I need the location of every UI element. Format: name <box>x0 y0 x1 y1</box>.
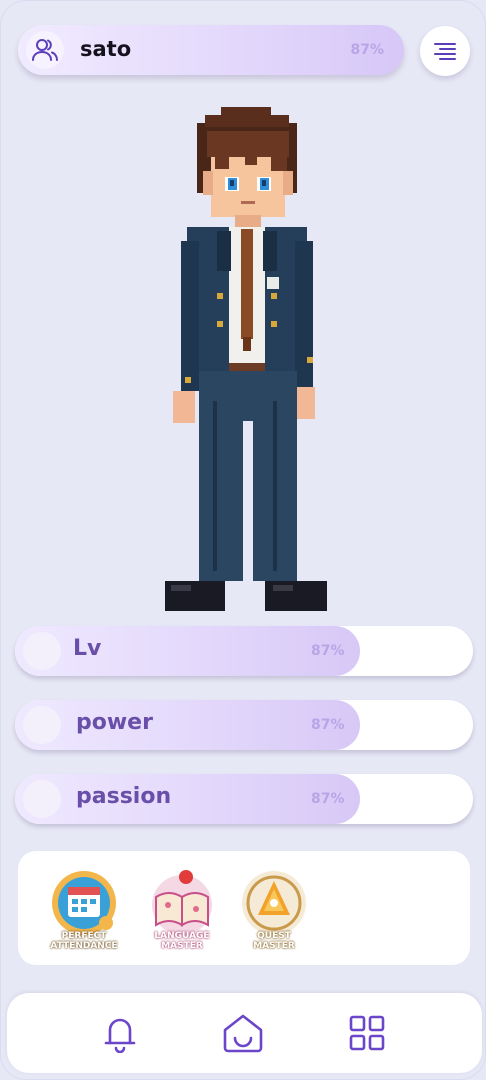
stat-bar-passion: passion 87% <box>15 774 473 824</box>
stat-dot <box>23 780 61 818</box>
badge-caption: ATTENDANCE <box>50 941 118 951</box>
stat-bar-power: power 87% <box>15 700 473 750</box>
stat-label: Lv <box>73 636 102 661</box>
stat-percent: 87% <box>311 717 345 733</box>
badge-quest-master[interactable]: QUEST MASTER <box>234 865 314 953</box>
bottom-navigation <box>7 993 482 1073</box>
stat-dot <box>23 706 61 744</box>
badge-language-master[interactable]: LANGUAGE MASTER <box>142 865 222 953</box>
stat-percent: 87% <box>311 643 345 659</box>
badge-caption: QUEST <box>257 931 291 941</box>
badge-panel: PERFECT ATTENDANCE LANGUAGE MASTER QUEST… <box>18 851 470 965</box>
badge-caption: LANGUAGE <box>154 931 210 941</box>
bell-icon[interactable] <box>98 1011 142 1055</box>
user-progress-percent: 87% <box>350 42 384 58</box>
stat-bar-lv-fill <box>15 626 360 676</box>
users-icon[interactable] <box>26 31 64 69</box>
badge-caption: MASTER <box>161 941 203 951</box>
user-profile-bar[interactable]: sato 87% <box>18 25 404 75</box>
badge-perfect-attendance[interactable]: PERFECT ATTENDANCE <box>44 865 124 953</box>
stat-bar-passion-fill <box>15 774 360 824</box>
badge-caption: PERFECT <box>61 931 107 941</box>
stat-percent: 87% <box>311 791 345 807</box>
grid-icon[interactable] <box>345 1011 389 1055</box>
stat-bar-lv: Lv 87% <box>15 626 473 676</box>
home-icon[interactable] <box>221 1011 265 1055</box>
hamburger-menu-icon[interactable] <box>420 26 470 76</box>
badge-caption: MASTER <box>253 941 295 951</box>
stat-bar-power-fill <box>15 700 360 750</box>
character-avatar <box>161 101 333 616</box>
stat-dot <box>23 632 61 670</box>
app-frame: sato 87% Lv 87% power 87% passion 87% PE… <box>0 0 486 1080</box>
stat-label: passion <box>76 784 172 809</box>
stat-label: power <box>76 710 153 735</box>
username: sato <box>80 37 132 61</box>
